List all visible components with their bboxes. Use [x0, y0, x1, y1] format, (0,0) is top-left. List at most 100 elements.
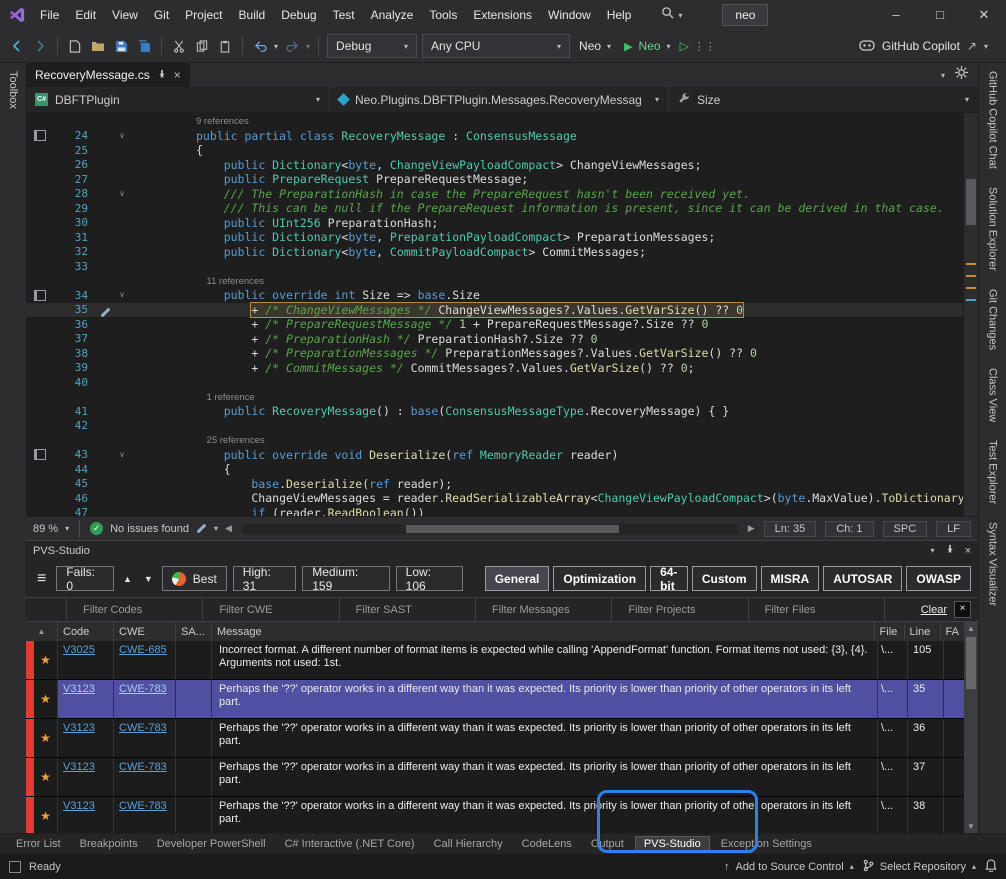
toolbar-overflow-icon[interactable]: ⋮⋮ — [694, 40, 716, 53]
cwe-link[interactable]: CWE-783 — [119, 722, 167, 734]
table-vertical-scrollbar[interactable]: ▲ ▼ — [964, 622, 978, 833]
issue-row[interactable]: ★V3123CWE-783Perhaps the '??' operator w… — [26, 797, 964, 833]
menu-git[interactable]: Git — [146, 0, 177, 30]
quick-actions-icon[interactable] — [197, 524, 207, 534]
filter-filter-sast[interactable]: Filter SAST — [339, 598, 475, 621]
fold-margin[interactable]: ∨ — [114, 448, 130, 463]
issue-code[interactable]: V3123 — [58, 797, 114, 833]
document-tab[interactable]: RecoveryMessage.cs × — [26, 63, 190, 87]
group-owasp[interactable]: OWASP — [906, 566, 971, 591]
side-tab-test-explorer[interactable]: Test Explorer — [987, 440, 999, 504]
select-repository-button[interactable]: Select Repository ▴ — [863, 859, 976, 875]
zoom-level[interactable]: 89 % — [33, 523, 58, 535]
diagnostic-link[interactable]: V3025 — [63, 644, 95, 656]
member-dropdown[interactable]: Size ▾ — [669, 87, 978, 112]
zoom-caret-icon[interactable]: ▾ — [65, 524, 69, 533]
horizontal-scrollbar[interactable] — [242, 524, 738, 534]
menu-project[interactable]: Project — [177, 0, 230, 30]
panel-tab-breakpoints[interactable]: Breakpoints — [72, 837, 146, 851]
scroll-left-icon[interactable]: ◀ — [225, 523, 232, 534]
menu-window[interactable]: Window — [540, 0, 599, 30]
filter-filter-codes[interactable]: Filter Codes — [66, 598, 202, 621]
redo-icon[interactable] — [283, 36, 301, 56]
low-severity-button[interactable]: Low: 106 — [396, 566, 463, 591]
solution-badge[interactable]: neo — [722, 4, 768, 26]
filter-filter-files[interactable]: Filter Files — [748, 598, 884, 621]
column-header-fa[interactable]: FA — [941, 622, 964, 641]
issue-row[interactable]: ★V3123CWE-783Perhaps the '??' operator w… — [26, 719, 964, 758]
line-ending-indicator[interactable]: LF — [936, 521, 971, 537]
group-general[interactable]: General — [485, 566, 550, 591]
diagnostic-link[interactable]: V3123 — [63, 761, 95, 773]
solution-configuration-dropdown[interactable]: Debug▾ — [327, 34, 417, 58]
scroll-down-icon[interactable]: ▼ — [964, 820, 978, 833]
panel-tab-codelens[interactable]: CodeLens — [514, 837, 580, 851]
code-editor[interactable]: 9 references24∨public partial class Reco… — [26, 113, 978, 516]
menu-file[interactable]: File — [32, 0, 67, 30]
navigate-back-icon[interactable] — [8, 36, 26, 56]
new-project-icon[interactable] — [66, 36, 84, 56]
type-dropdown[interactable]: Neo.Plugins.DBFTPlugin.Messages.Recovery… — [330, 87, 669, 112]
panel-tab-error-list[interactable]: Error List — [8, 837, 69, 851]
diagnostic-link[interactable]: V3123 — [63, 800, 95, 812]
group-custom[interactable]: Custom — [692, 566, 757, 591]
scrollbar-thumb[interactable] — [966, 179, 976, 225]
favorite-cell[interactable]: ★ — [34, 797, 58, 833]
spaces-indicator[interactable]: SPC — [883, 521, 928, 537]
fold-margin[interactable]: ∨ — [114, 288, 130, 303]
notifications-bell-icon[interactable] — [985, 859, 997, 875]
column-header-message[interactable]: Message — [212, 622, 875, 641]
favorite-cell[interactable]: ★ — [34, 641, 58, 679]
sort-down-icon[interactable]: ▼ — [141, 574, 156, 584]
favorite-cell[interactable]: ★ — [34, 680, 58, 718]
column-header-sa[interactable]: SA... — [176, 622, 212, 641]
minimize-button[interactable]: – — [874, 0, 918, 30]
fold-margin[interactable]: ∨ — [114, 129, 130, 144]
search-control[interactable]: ▾ — [661, 6, 682, 24]
scrollbar-thumb[interactable] — [966, 637, 976, 689]
sort-indicator-column[interactable]: ▲ — [26, 622, 58, 641]
cwe-link[interactable]: CWE-783 — [119, 800, 167, 812]
menu-build[interactable]: Build — [231, 0, 274, 30]
column-header-code[interactable]: Code — [58, 622, 114, 641]
group-optimization[interactable]: Optimization — [553, 566, 646, 591]
side-tab-syntax-visualizer[interactable]: Syntax Visualizer — [987, 522, 999, 606]
issue-row[interactable]: ★V3123CWE-783Perhaps the '??' operator w… — [26, 680, 964, 719]
pin-icon[interactable] — [945, 544, 955, 557]
copy-icon[interactable] — [193, 36, 211, 56]
column-indicator[interactable]: Ch: 1 — [825, 521, 873, 537]
menu-debug[interactable]: Debug — [273, 0, 324, 30]
medium-severity-button[interactable]: Medium: 159 — [302, 566, 389, 591]
group-64-bit[interactable]: 64-bit — [650, 566, 688, 591]
paste-icon[interactable] — [216, 36, 234, 56]
clear-filters-link[interactable]: Clear — [921, 604, 947, 616]
issue-cwe[interactable]: CWE-783 — [114, 797, 176, 833]
filter-filter-messages[interactable]: Filter Messages — [475, 598, 611, 621]
issue-cwe[interactable]: CWE-783 — [114, 680, 176, 718]
panel-tab-exception-settings[interactable]: Exception Settings — [713, 837, 820, 851]
diagnostic-link[interactable]: V3123 — [63, 683, 95, 695]
open-folder-icon[interactable] — [89, 36, 107, 56]
issue-code[interactable]: V3025 — [58, 641, 114, 679]
maximize-button[interactable]: □ — [918, 0, 962, 30]
panel-tab-pvs-studio[interactable]: PVS-Studio — [635, 836, 710, 852]
menu-extensions[interactable]: Extensions — [465, 0, 540, 30]
group-autosar[interactable]: AUTOSAR — [823, 566, 902, 591]
project-dropdown[interactable]: C# DBFTPlugin ▾ — [26, 87, 330, 112]
scroll-up-icon[interactable]: ▲ — [964, 622, 978, 635]
close-panel-icon[interactable]: × — [965, 545, 971, 557]
navigate-forward-icon[interactable] — [31, 36, 49, 56]
issue-code[interactable]: V3123 — [58, 758, 114, 796]
fold-margin[interactable]: ∨ — [114, 187, 130, 202]
redo-caret-icon[interactable]: ▾ — [306, 42, 310, 51]
side-tab-solution-explorer[interactable]: Solution Explorer — [987, 187, 999, 271]
menu-help[interactable]: Help — [599, 0, 640, 30]
side-tab-class-view[interactable]: Class View — [987, 368, 999, 422]
filter-filter-projects[interactable]: Filter Projects — [611, 598, 747, 621]
side-tab-github-copilot-chat[interactable]: GitHub Copilot Chat — [987, 71, 999, 169]
panel-tab-call-hierarchy[interactable]: Call Hierarchy — [426, 837, 511, 851]
scroll-right-icon[interactable]: ▶ — [748, 523, 755, 534]
fails-button[interactable]: Fails: 0 — [56, 566, 114, 591]
breakpoint-margin[interactable] — [26, 130, 54, 141]
menu-tools[interactable]: Tools — [421, 0, 465, 30]
